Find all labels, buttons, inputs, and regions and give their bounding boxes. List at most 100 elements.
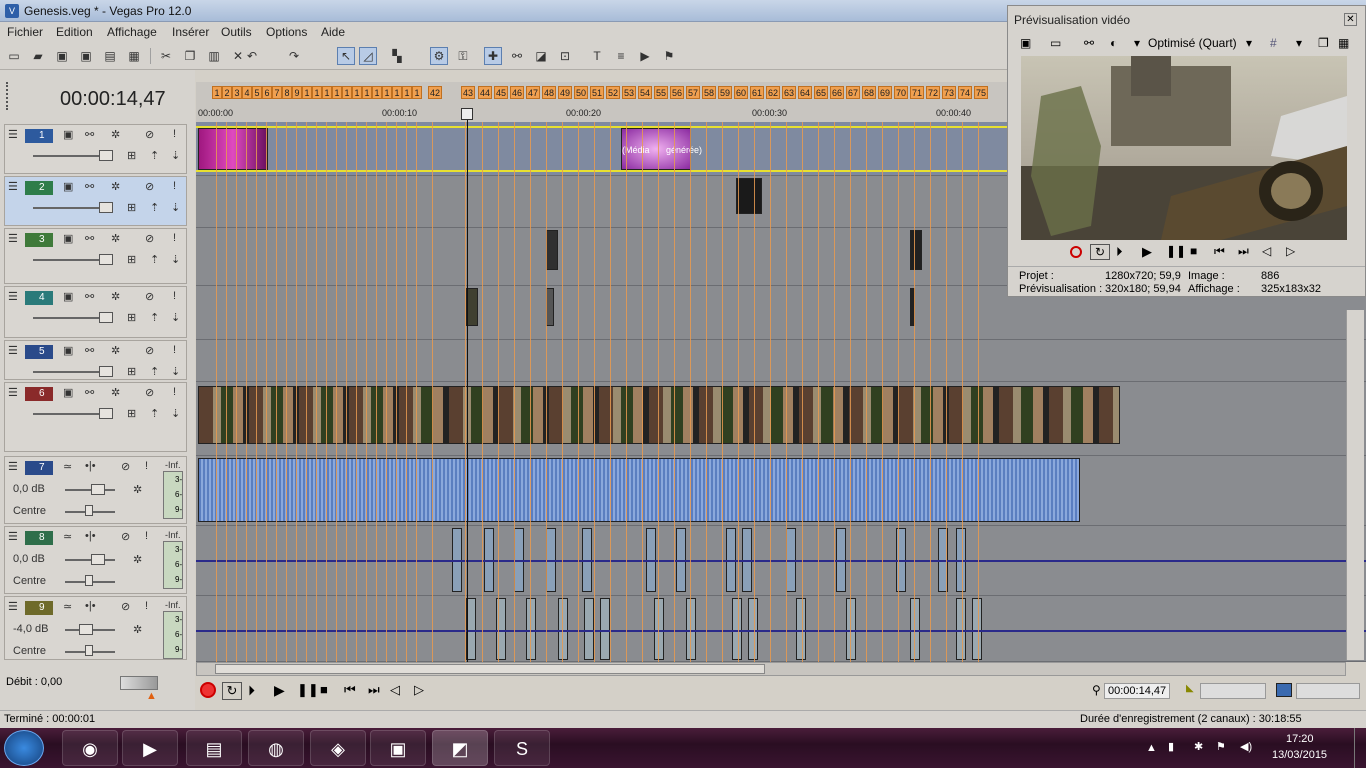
clock-date[interactable]: 13/03/2015 <box>1272 749 1327 761</box>
audio-clip[interactable] <box>686 598 696 660</box>
menu-aide[interactable]: Aide <box>321 25 345 39</box>
pan-slider-knob[interactable] <box>85 505 93 516</box>
split-screen-icon[interactable]: ◐ <box>1110 36 1117 50</box>
menu-fichier[interactable]: Fichier <box>7 25 43 39</box>
marker[interactable]: 51 <box>590 86 604 99</box>
track-mute-icon[interactable]: ⊘ <box>145 290 154 303</box>
preview-pause-button[interactable]: ❚❚ <box>1166 244 1186 258</box>
skype-taskbar-icon[interactable]: S <box>494 730 550 766</box>
track-solo-icon[interactable]: ! <box>145 460 148 472</box>
chrome-taskbar-icon[interactable]: ◉ <box>62 730 118 766</box>
child-track-icon[interactable]: ⇣ <box>171 253 180 266</box>
track-expand-icon[interactable]: ☰ <box>8 600 18 613</box>
auto-ripple-icon[interactable]: ⚙ <box>430 47 448 65</box>
tray-expand-icon[interactable]: ▲ <box>1146 742 1157 754</box>
level-slider-knob[interactable] <box>99 312 113 323</box>
save-snapshot-icon[interactable]: ▦ <box>1338 36 1349 50</box>
preview-next-frame-button[interactable]: ▷ <box>1286 244 1295 258</box>
marker[interactable]: 46 <box>510 86 524 99</box>
region-icon[interactable]: ≡ <box>612 47 630 65</box>
track-media-fx-icon[interactable]: ⊞ <box>127 407 136 420</box>
track-compositing-icon[interactable]: ⚯ <box>85 232 94 245</box>
marker[interactable]: 61 <box>750 86 764 99</box>
vertical-scrollbar[interactable] <box>1346 310 1364 660</box>
marker[interactable]: 1 <box>312 86 322 99</box>
child-track-icon[interactable]: ⇣ <box>171 149 180 162</box>
preview-stop-button[interactable]: ■ <box>1190 244 1197 258</box>
winamp-taskbar-icon[interactable]: ◍ <box>248 730 304 766</box>
marker[interactable]: 1 <box>392 86 402 99</box>
menu-edition[interactable]: Edition <box>56 25 93 39</box>
undo-icon[interactable]: ↶ <box>243 47 261 65</box>
marker[interactable]: 1 <box>412 86 422 99</box>
track-motion-icon[interactable]: ▣ <box>63 232 73 245</box>
level-slider-knob[interactable] <box>99 366 113 377</box>
marker[interactable]: 73 <box>942 86 956 99</box>
preview-loop-button[interactable]: ↻ <box>1090 244 1110 260</box>
track-mute-icon[interactable]: ⊘ <box>145 344 154 357</box>
envelope-tool-icon[interactable]: ◿ <box>359 47 377 65</box>
menu-inserer[interactable]: Insérer <box>172 25 209 39</box>
track-expand-icon[interactable]: ☰ <box>8 344 18 357</box>
level-slider-knob[interactable] <box>99 150 113 161</box>
child-track-icon[interactable]: ⇣ <box>171 407 180 420</box>
audio-clip[interactable] <box>972 598 982 660</box>
previous-frame-button[interactable]: ◁ <box>390 682 400 698</box>
track-invert-phase-icon[interactable]: ≃ <box>63 530 72 543</box>
track-compositing-icon[interactable]: ⚯ <box>85 128 94 141</box>
pan-slider-knob[interactable] <box>85 645 93 656</box>
marker[interactable]: 52 <box>606 86 620 99</box>
track-pan-icon[interactable]: •|• <box>85 600 96 612</box>
volume-envelope-line[interactable] <box>196 630 1366 632</box>
track-header-1[interactable]: 1 ☰ ▣ ⚯ ✲ ⊘! ⊞ ⇡ ⇣ <box>4 124 187 174</box>
marker[interactable]: 49 <box>558 86 572 99</box>
parent-track-icon[interactable]: ⇡ <box>150 311 159 324</box>
save-icon[interactable]: ▣ <box>53 47 71 65</box>
zoom-icon[interactable]: ⊡ <box>556 47 574 65</box>
track-motion-icon[interactable]: ▣ <box>63 344 73 357</box>
video-clip[interactable] <box>546 288 554 326</box>
marker[interactable]: 5 <box>252 86 262 99</box>
track-header-5[interactable]: 5 ☰ ▣ ⚯ ✲ ⊘! ⊞ ⇡ ⇣ <box>4 340 187 380</box>
properties-icon[interactable]: ▤ <box>101 47 119 65</box>
clock-time[interactable]: 17:20 <box>1286 733 1314 745</box>
video-clip[interactable] <box>198 128 268 170</box>
track-media-fx-icon[interactable]: ⊞ <box>127 311 136 324</box>
video-clip[interactable] <box>546 230 558 270</box>
quality-dropdown-arrow-icon[interactable]: ▾ <box>1134 36 1140 50</box>
transport-timecode[interactable]: 00:00:14,47 <box>1104 683 1170 699</box>
track-lane-5[interactable] <box>196 340 1366 382</box>
track-motion-icon[interactable]: ▣ <box>63 386 73 399</box>
marker[interactable]: 1 <box>302 86 312 99</box>
marker[interactable]: 53 <box>622 86 636 99</box>
menu-affichage[interactable]: Affichage <box>107 25 157 39</box>
track-media-fx-icon[interactable]: ⊞ <box>127 149 136 162</box>
marker[interactable]: 67 <box>846 86 860 99</box>
tray-sync-icon[interactable]: ✱ <box>1194 740 1203 753</box>
track-motion-icon[interactable]: ▣ <box>63 180 73 193</box>
audio-clip[interactable] <box>956 598 966 660</box>
audio-clip[interactable] <box>732 598 742 660</box>
parent-track-icon[interactable]: ⇡ <box>150 201 159 214</box>
preview-properties-icon[interactable]: ▣ <box>1020 36 1031 50</box>
play-button[interactable]: ▶ <box>274 682 285 699</box>
marker[interactable]: 66 <box>830 86 844 99</box>
marker[interactable]: 50 <box>574 86 588 99</box>
track-solo-icon[interactable]: ! <box>173 344 176 356</box>
audio-clip[interactable] <box>584 598 594 660</box>
marker[interactable]: 59 <box>718 86 732 99</box>
audio-clip[interactable] <box>198 458 1080 522</box>
track-invert-phase-icon[interactable]: ≃ <box>63 460 72 473</box>
track-header-7[interactable]: 7 ☰ ≃ •|• ⊘! -Inf. 3- 6- 9- 0,0 dB Centre ✲ <box>4 456 187 524</box>
audio-clip[interactable] <box>600 598 610 660</box>
marker[interactable]: 3 <box>232 86 242 99</box>
track-fx-icon[interactable]: ✲ <box>133 623 142 636</box>
marker[interactable]: 42 <box>428 86 442 99</box>
marker[interactable]: 62 <box>766 86 780 99</box>
audio-clip[interactable] <box>558 598 568 660</box>
pause-button[interactable]: ❚❚ <box>297 682 319 698</box>
marker[interactable]: 1 <box>362 86 372 99</box>
track-mute-icon[interactable]: ⊘ <box>145 128 154 141</box>
track-expand-icon[interactable]: ☰ <box>8 232 18 245</box>
marker[interactable]: 1 <box>402 86 412 99</box>
